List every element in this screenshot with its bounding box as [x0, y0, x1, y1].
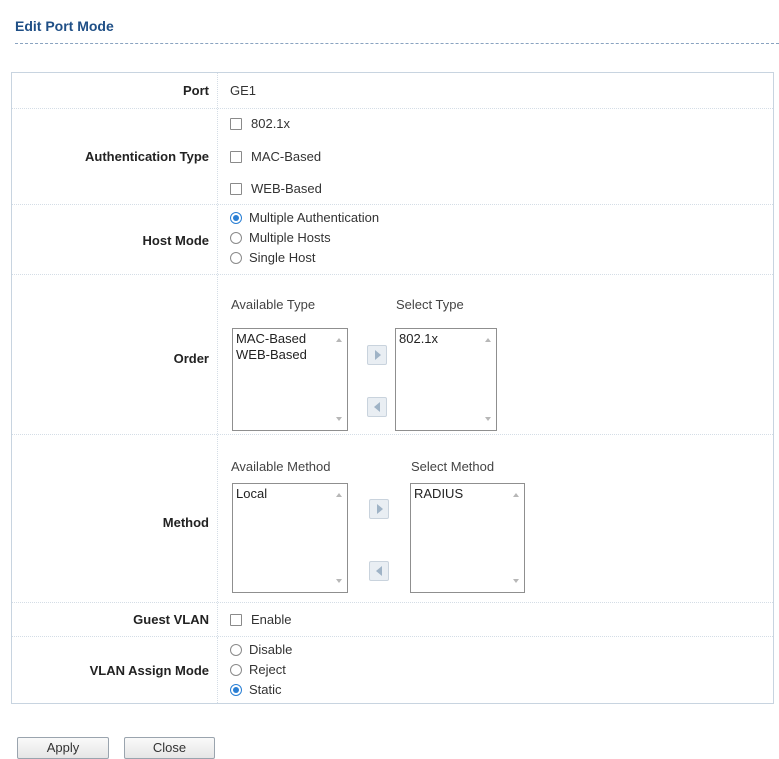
apply-button[interactable]: Apply [17, 737, 109, 759]
port-row: Port GE1 [12, 73, 773, 109]
host-mode-option[interactable]: Single Host [230, 250, 315, 265]
order-label: Order [173, 351, 209, 366]
select-method-header: Select Method [411, 459, 495, 474]
scroll-down-icon[interactable] [485, 417, 491, 421]
scroll-down-icon[interactable] [336, 417, 342, 421]
order-row: Order Available Type Select Type MAC-Bas… [12, 275, 773, 435]
scroll-down-icon[interactable] [336, 579, 342, 583]
select-type-listbox[interactable]: 802.1x [395, 328, 497, 431]
vlan-assign-option[interactable]: Disable [230, 642, 292, 657]
auth-option-mac-based[interactable]: MAC-Based [230, 149, 321, 164]
vlan-assign-option[interactable]: Reject [230, 662, 286, 677]
auth-8021x-checkbox[interactable] [230, 118, 242, 130]
page-title: Edit Port Mode [15, 18, 114, 34]
title-divider [15, 43, 779, 44]
host-mode-row: Host Mode Multiple Authentication Multip… [12, 205, 773, 275]
available-type-listbox[interactable]: MAC-Based WEB-Based [232, 328, 348, 431]
guest-vlan-option[interactable]: Enable [230, 612, 291, 627]
radio-disable[interactable] [230, 644, 242, 656]
close-button[interactable]: Close [124, 737, 215, 759]
list-item[interactable]: Local [236, 486, 344, 502]
list-item[interactable]: MAC-Based [236, 331, 344, 347]
scroll-up-icon[interactable] [485, 338, 491, 342]
scroll-up-icon[interactable] [336, 493, 342, 497]
list-item[interactable]: 802.1x [399, 331, 493, 347]
select-method-listbox[interactable]: RADIUS [410, 483, 525, 593]
arrow-right-icon [377, 504, 383, 514]
auth-option-8021x[interactable]: 802.1x [230, 116, 290, 131]
select-type-header: Select Type [396, 297, 464, 312]
arrow-right-icon [375, 350, 381, 360]
listbox-scrollbar[interactable] [333, 331, 345, 428]
auth-option-web-based[interactable]: WEB-Based [230, 181, 322, 196]
vlan-assign-mode-label: VLAN Assign Mode [89, 663, 209, 678]
host-mode-label: Host Mode [142, 233, 209, 248]
port-value: GE1 [230, 83, 257, 98]
guest-vlan-row: Guest VLAN Enable [12, 603, 773, 637]
move-right-button[interactable] [367, 345, 387, 365]
auth-web-based-checkbox[interactable] [230, 183, 242, 195]
scroll-up-icon[interactable] [336, 338, 342, 342]
method-move-right-button[interactable] [369, 499, 389, 519]
arrow-left-icon [374, 402, 380, 412]
available-type-header: Available Type [231, 297, 316, 312]
radio-single-host[interactable] [230, 252, 242, 264]
listbox-scrollbar[interactable] [482, 331, 494, 428]
vlan-assign-mode-row: VLAN Assign Mode Disable Reject Static [12, 637, 773, 703]
move-left-button[interactable] [367, 397, 387, 417]
edit-port-mode-panel: Port GE1 Authentication Type 802.1x MAC-… [11, 72, 774, 704]
listbox-scrollbar[interactable] [333, 486, 345, 590]
method-move-left-button[interactable] [369, 561, 389, 581]
arrow-left-icon [376, 566, 382, 576]
radio-multiple-authentication[interactable] [230, 212, 242, 224]
port-label: Port [183, 83, 209, 98]
vlan-assign-option[interactable]: Static [230, 682, 282, 697]
method-label: Method [162, 515, 209, 530]
scroll-down-icon[interactable] [513, 579, 519, 583]
method-row: Method Available Method Select Method Lo… [12, 435, 773, 603]
listbox-scrollbar[interactable] [510, 486, 522, 590]
host-mode-option[interactable]: Multiple Hosts [230, 230, 331, 245]
scroll-up-icon[interactable] [513, 493, 519, 497]
available-method-header: Available Method [231, 459, 331, 474]
radio-multiple-hosts[interactable] [230, 232, 242, 244]
guest-vlan-enable-checkbox[interactable] [230, 614, 242, 626]
auth-mac-based-checkbox[interactable] [230, 151, 242, 163]
list-item[interactable]: RADIUS [414, 486, 521, 502]
host-mode-option[interactable]: Multiple Authentication [230, 210, 379, 225]
list-item[interactable]: WEB-Based [236, 347, 344, 363]
auth-type-row: Authentication Type 802.1x MAC-Based WEB… [12, 109, 773, 205]
radio-reject[interactable] [230, 664, 242, 676]
radio-static[interactable] [230, 684, 242, 696]
auth-type-label: Authentication Type [85, 149, 209, 164]
available-method-listbox[interactable]: Local [232, 483, 348, 593]
guest-vlan-label: Guest VLAN [133, 612, 209, 627]
